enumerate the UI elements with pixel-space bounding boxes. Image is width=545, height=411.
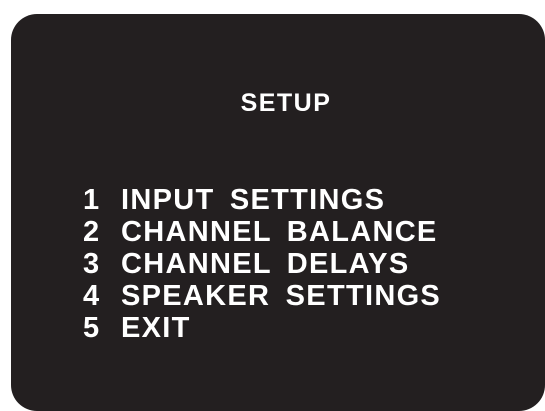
setup-menu: 1 INPUT SETTINGS 2 CHANNEL BALANCE 3 CHA… [83, 184, 441, 344]
menu-item-number: 5 [83, 312, 101, 344]
setup-title: SETUP [240, 89, 332, 117]
osd-screen: SETUP 1 INPUT SETTINGS 2 CHANNEL BALANCE… [11, 14, 545, 411]
menu-item-number: 2 [83, 216, 101, 248]
menu-item-number: 4 [83, 280, 101, 312]
menu-item-label: CHANNEL BALANCE [121, 216, 438, 248]
menu-item-input-settings[interactable]: 1 INPUT SETTINGS [83, 184, 441, 216]
menu-item-channel-delays[interactable]: 3 CHANNEL DELAYS [83, 248, 441, 280]
menu-item-label: INPUT SETTINGS [121, 184, 386, 216]
menu-item-label: SPEAKER SETTINGS [121, 280, 442, 312]
menu-item-speaker-settings[interactable]: 4 SPEAKER SETTINGS [83, 280, 441, 312]
menu-item-label: CHANNEL DELAYS [121, 248, 410, 280]
menu-item-exit[interactable]: 5 EXIT [83, 312, 441, 344]
menu-item-number: 3 [83, 248, 101, 280]
menu-item-label: EXIT [121, 312, 191, 344]
menu-item-channel-balance[interactable]: 2 CHANNEL BALANCE [83, 216, 441, 248]
menu-item-number: 1 [83, 184, 101, 216]
